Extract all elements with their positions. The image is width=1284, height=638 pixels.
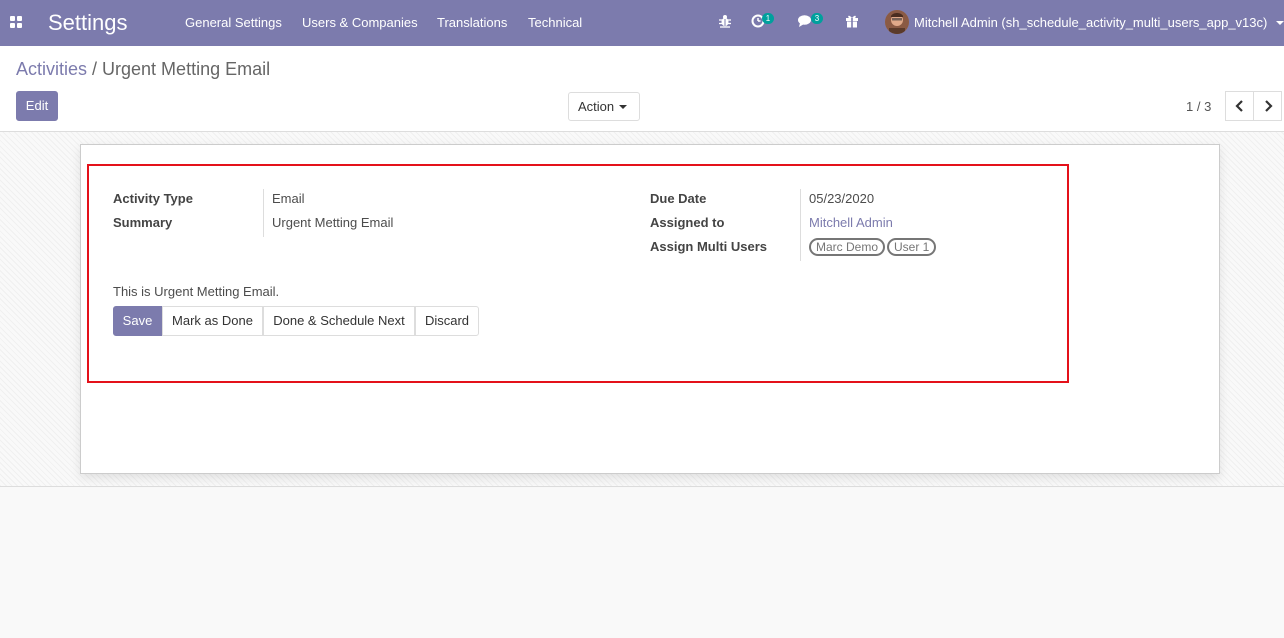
due-date-value: 05/23/2020 — [809, 191, 875, 206]
edit-button[interactable]: Edit — [16, 91, 58, 121]
bug-icon[interactable] — [718, 14, 734, 30]
message-count-badge: 3 — [811, 13, 823, 24]
discard-button[interactable]: Discard — [415, 306, 479, 336]
activity-type-label: Activity Type — [113, 191, 193, 206]
breadcrumb: Activities / Urgent Metting Email — [16, 59, 270, 80]
pager-value[interactable]: 1 / 3 — [1186, 99, 1211, 114]
pager-next-button[interactable] — [1253, 91, 1282, 121]
user-menu[interactable]: Mitchell Admin (sh_schedule_activity_mul… — [914, 15, 1267, 30]
chevron-down-icon[interactable] — [1276, 21, 1284, 25]
breadcrumb-activities-link[interactable]: Activities — [16, 59, 87, 79]
chevron-right-icon — [1265, 100, 1273, 112]
highlight-box — [87, 164, 1069, 383]
multi-users-label: Assign Multi Users — [650, 239, 768, 254]
menu-users-companies[interactable]: Users & Companies — [302, 15, 418, 30]
breadcrumb-current: Urgent Metting Email — [102, 59, 271, 79]
menu-translations[interactable]: Translations — [437, 15, 507, 30]
action-dropdown[interactable]: Action — [568, 92, 640, 121]
gift-icon[interactable] — [845, 14, 861, 30]
app-title: Settings — [48, 10, 128, 35]
activity-note: This is Urgent Metting Email. — [113, 284, 280, 299]
form-view: Activity Type Summary Email Urgent Metti… — [0, 132, 1284, 487]
user-tag-marc-demo[interactable]: Marc Demo — [809, 238, 886, 256]
mark-as-done-button[interactable]: Mark as Done — [162, 306, 263, 336]
user-avatar[interactable] — [885, 10, 909, 34]
summary-value: Urgent Metting Email — [272, 215, 394, 230]
activity-type-value: Email — [272, 191, 305, 206]
control-panel: Activities / Urgent Metting Email Edit Act… — [0, 46, 1284, 132]
apps-icon[interactable] — [10, 16, 23, 29]
caret-down-icon — [619, 105, 627, 109]
summary-label: Summary — [113, 215, 173, 230]
done-schedule-next-button[interactable]: Done & Schedule Next — [263, 306, 415, 336]
chevron-left-icon — [1235, 100, 1243, 112]
field-divider — [263, 189, 264, 237]
user-tag-user-1[interactable]: User 1 — [887, 238, 937, 256]
field-divider — [800, 189, 801, 261]
assigned-to-link[interactable]: Mitchell Admin — [809, 215, 893, 230]
breadcrumb-separator: / — [92, 59, 98, 79]
form-sheet: Activity Type Summary Email Urgent Metti… — [80, 144, 1220, 474]
assigned-to-label: Assigned to — [650, 215, 725, 230]
action-label: Action — [578, 99, 615, 114]
due-date-label: Due Date — [650, 191, 707, 206]
save-button[interactable]: Save — [113, 306, 162, 336]
menu-technical[interactable]: Technical — [528, 15, 582, 30]
pager-previous-button[interactable] — [1225, 91, 1254, 121]
menu-general-settings[interactable]: General Settings — [185, 15, 282, 30]
activity-count-badge: 1 — [762, 13, 774, 24]
top-navbar: Settings General Settings Users & Compan… — [0, 0, 1284, 46]
